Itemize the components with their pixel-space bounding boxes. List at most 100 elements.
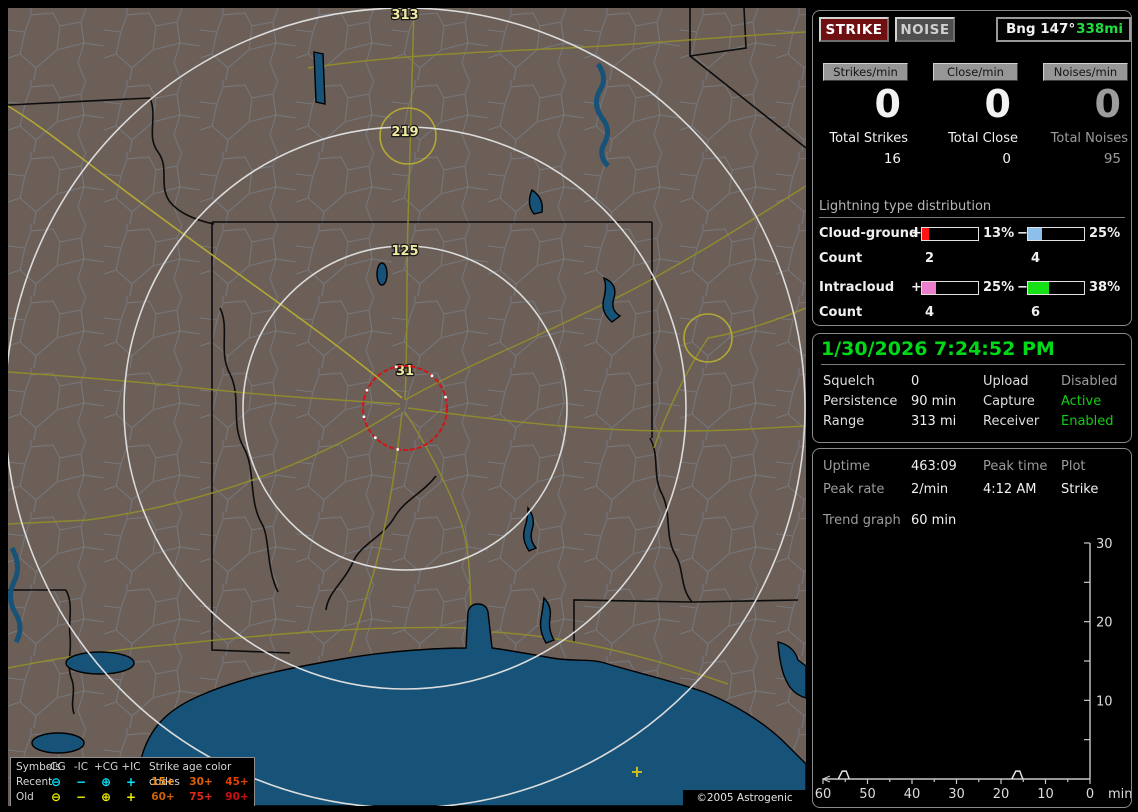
strikes-per-min-button[interactable]: Strikes/min <box>823 63 908 81</box>
ic-positive-pct: 25% <box>983 280 1015 295</box>
upload-label: Upload <box>983 374 1029 389</box>
age-45: 45+ <box>225 776 249 788</box>
cg-negative-bar <box>1027 227 1085 241</box>
age-90: 90+ <box>225 791 249 803</box>
age-75: 75+ <box>189 791 213 803</box>
app-window: 313 219 125 31 + Symbols -CG -IC +CG +IC St… <box>0 0 1138 812</box>
cg-positive-count: 2 <box>925 251 935 266</box>
recent-pos-ic-icon: + <box>125 775 137 789</box>
total-strikes-value: 16 <box>883 151 901 167</box>
total-strikes-label: Total Strikes <box>829 131 908 146</box>
svg-text:10: 10 <box>1096 694 1113 709</box>
peak-rate-value: 2/min <box>911 482 949 497</box>
cg-negative-count: 4 <box>1031 251 1041 266</box>
range-label: Range <box>823 414 865 429</box>
noises-column: Noises/min 0 Total Noises 95 <box>1035 63 1131 173</box>
cloud-ground-count-row: Count 2 4 <box>813 251 1131 267</box>
old-pos-cg-icon: ⊕ <box>100 790 112 804</box>
peak-rate-label: Peak rate <box>823 482 885 497</box>
legend-old-row: Old ⊖ − ⊕ + 60+ 75+ 90+ <box>11 790 254 805</box>
map-legend: Symbols -CG -IC +CG +IC Strike age color… <box>10 757 255 806</box>
cg-positive-bar <box>921 227 979 241</box>
ic-positive-bar <box>921 281 979 295</box>
svg-text:125: 125 <box>391 244 418 259</box>
strike-markers: + <box>630 762 643 781</box>
uptime-value: 463:09 <box>911 459 957 474</box>
strike-stats-panel: STRIKE NOISE Bng 147° 338mi Strikes/min … <box>812 10 1132 326</box>
svg-text:313: 313 <box>391 8 418 23</box>
plot-mode-value: Strike <box>1061 482 1099 497</box>
old-pos-ic-icon: + <box>125 790 137 804</box>
close-per-min-button[interactable]: Close/min <box>933 63 1018 81</box>
ic-negative-count: 6 <box>1031 305 1041 320</box>
age-15: 15+ <box>151 776 175 788</box>
svg-text:50: 50 <box>859 787 876 802</box>
receiver-label: Receiver <box>983 414 1040 429</box>
datetime: 1/30/2026 7:24:52 PM <box>821 338 1125 365</box>
squelch-value: 0 <box>911 374 920 389</box>
trend-panel: Uptime 463:09 Peak time Plot Peak rate 2… <box>812 448 1132 808</box>
status-row: Persistence 90 min Capture Active <box>813 394 1131 412</box>
trend-info-row: Peak rate 2/min 4:12 AM Strike <box>813 482 1131 500</box>
intracloud-label: Intracloud <box>819 280 895 295</box>
copyright: ©2005 Astrogenic Systems <box>683 790 806 806</box>
capture-label: Capture <box>983 394 1035 409</box>
trend-graph-row: Trend graph 60 min <box>813 513 1131 531</box>
intracloud-row: Intracloud + 25% − 38% <box>813 280 1131 296</box>
bearing-indicator: Bng 147° 338mi <box>996 17 1131 42</box>
range-value: 313 mi <box>911 414 957 429</box>
old-neg-ic-icon: − <box>75 790 87 804</box>
upload-value: Disabled <box>1061 374 1118 389</box>
svg-text:60: 60 <box>815 787 832 802</box>
total-noises-label: Total Noises <box>1050 131 1128 146</box>
legend-col-pos-ic: +IC <box>121 761 141 773</box>
noises-per-min-button[interactable]: Noises/min <box>1043 63 1128 81</box>
persistence-value: 90 min <box>911 394 957 409</box>
ic-negative-bar <box>1027 281 1085 295</box>
cloud-ground-label: Cloud-ground <box>819 226 919 241</box>
legend-col-neg-ic: -IC <box>73 761 89 773</box>
receiver-value: Enabled <box>1061 414 1114 429</box>
svg-text:0: 0 <box>1086 787 1094 802</box>
recent-neg-cg-icon: ⊖ <box>50 775 62 789</box>
status-row: Range 313 mi Receiver Enabled <box>813 414 1131 432</box>
cloud-ground-row: Cloud-ground + 13% − 25% <box>813 226 1131 242</box>
plot-label: Plot <box>1061 459 1086 474</box>
legend-col-neg-cg: -CG <box>46 761 66 773</box>
age-30: 30+ <box>189 776 213 788</box>
strike-toggle-button[interactable]: STRIKE <box>819 17 889 42</box>
svg-text:10: 10 <box>1037 787 1054 802</box>
svg-text:20: 20 <box>993 787 1010 802</box>
noises-per-min-value: 0 <box>1094 82 1121 126</box>
total-close-label: Total Close <box>948 131 1018 146</box>
radar-map[interactable]: 313 219 125 31 + Symbols -CG -IC +CG +IC St… <box>8 8 806 806</box>
trend-info-row: Uptime 463:09 Peak time Plot <box>813 459 1131 477</box>
bearing-label: Bng 147° <box>1006 21 1076 37</box>
age-60: 60+ <box>151 791 175 803</box>
recent-neg-ic-icon: − <box>75 775 87 789</box>
total-noises-value: 95 <box>1103 151 1121 167</box>
svg-text:30: 30 <box>1096 537 1113 552</box>
svg-text:219: 219 <box>391 125 418 140</box>
status-row: Squelch 0 Upload Disabled <box>813 374 1131 392</box>
cg-negative-pct: 25% <box>1089 226 1121 241</box>
svg-text:+: + <box>630 762 643 781</box>
squelch-label: Squelch <box>823 374 875 389</box>
recent-pos-cg-icon: ⊕ <box>100 775 112 789</box>
total-close-value: 0 <box>1002 151 1011 167</box>
count-label: Count <box>819 251 863 266</box>
peak-time-label: Peak time <box>983 459 1048 474</box>
intracloud-count-row: Count 4 6 <box>813 305 1131 321</box>
distribution-title: Lightning type distribution <box>819 199 1125 218</box>
svg-text:20: 20 <box>1096 616 1113 631</box>
peak-time-value: 4:12 AM <box>983 482 1037 497</box>
trend-chart: 60 50 40 30 20 10 0 min 10 20 30 <box>815 537 1131 802</box>
status-panel: 1/30/2026 7:24:52 PM Squelch 0 Upload Di… <box>812 333 1132 443</box>
trend-graph-label: Trend graph <box>823 513 901 528</box>
noise-toggle-button[interactable]: NOISE <box>895 17 955 42</box>
legend-header-row: Symbols -CG -IC +CG +IC Strike age color… <box>11 760 254 788</box>
count-label: Count <box>819 305 863 320</box>
legend-recent-row: Recent ⊖ − ⊕ + 15+ 30+ 45+ <box>11 775 254 790</box>
cg-positive-pct: 13% <box>983 226 1015 241</box>
ic-positive-count: 4 <box>925 305 935 320</box>
